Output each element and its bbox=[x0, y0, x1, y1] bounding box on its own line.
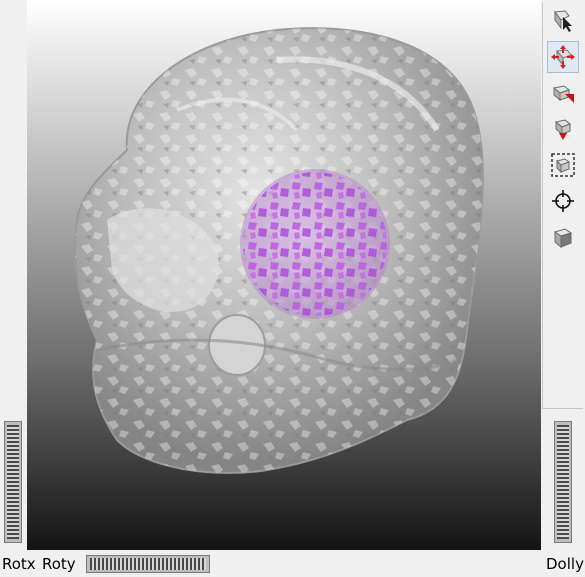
roty-label: Roty bbox=[42, 555, 76, 573]
rotate-arrows-icon bbox=[551, 45, 575, 69]
arrow-cursor-icon bbox=[554, 10, 572, 32]
roty-thumbwheel-ridges bbox=[90, 558, 206, 570]
select-tool-button[interactable] bbox=[547, 4, 579, 36]
crosshair-icon bbox=[552, 190, 574, 212]
rotx-thumbwheel[interactable] bbox=[4, 421, 22, 543]
rotx-label: Rotx bbox=[2, 555, 36, 573]
dolly-label: Dolly bbox=[546, 555, 584, 573]
roty-thumbwheel[interactable] bbox=[86, 555, 210, 573]
rotx-thumbwheel-ridges bbox=[7, 425, 19, 539]
rotate-view-tool-button[interactable] bbox=[547, 41, 579, 73]
skull-render bbox=[74, 27, 484, 474]
projection-tool-button[interactable] bbox=[547, 221, 579, 253]
home-icon bbox=[554, 119, 571, 140]
seek-icon bbox=[552, 85, 574, 103]
seek-tool-button[interactable] bbox=[547, 77, 579, 109]
view-all-icon bbox=[551, 153, 575, 177]
dolly-thumbwheel[interactable] bbox=[554, 421, 572, 543]
3d-viewport[interactable] bbox=[27, 0, 541, 550]
dolly-thumbwheel-ridges bbox=[557, 425, 569, 539]
view-all-tool-button[interactable] bbox=[547, 149, 579, 181]
seek-point-tool-button[interactable] bbox=[547, 185, 579, 217]
cube-icon bbox=[553, 228, 573, 249]
set-home-tool-button[interactable] bbox=[547, 113, 579, 145]
tumor-sphere bbox=[240, 169, 390, 319]
viewer-toolbar bbox=[542, 2, 583, 409]
